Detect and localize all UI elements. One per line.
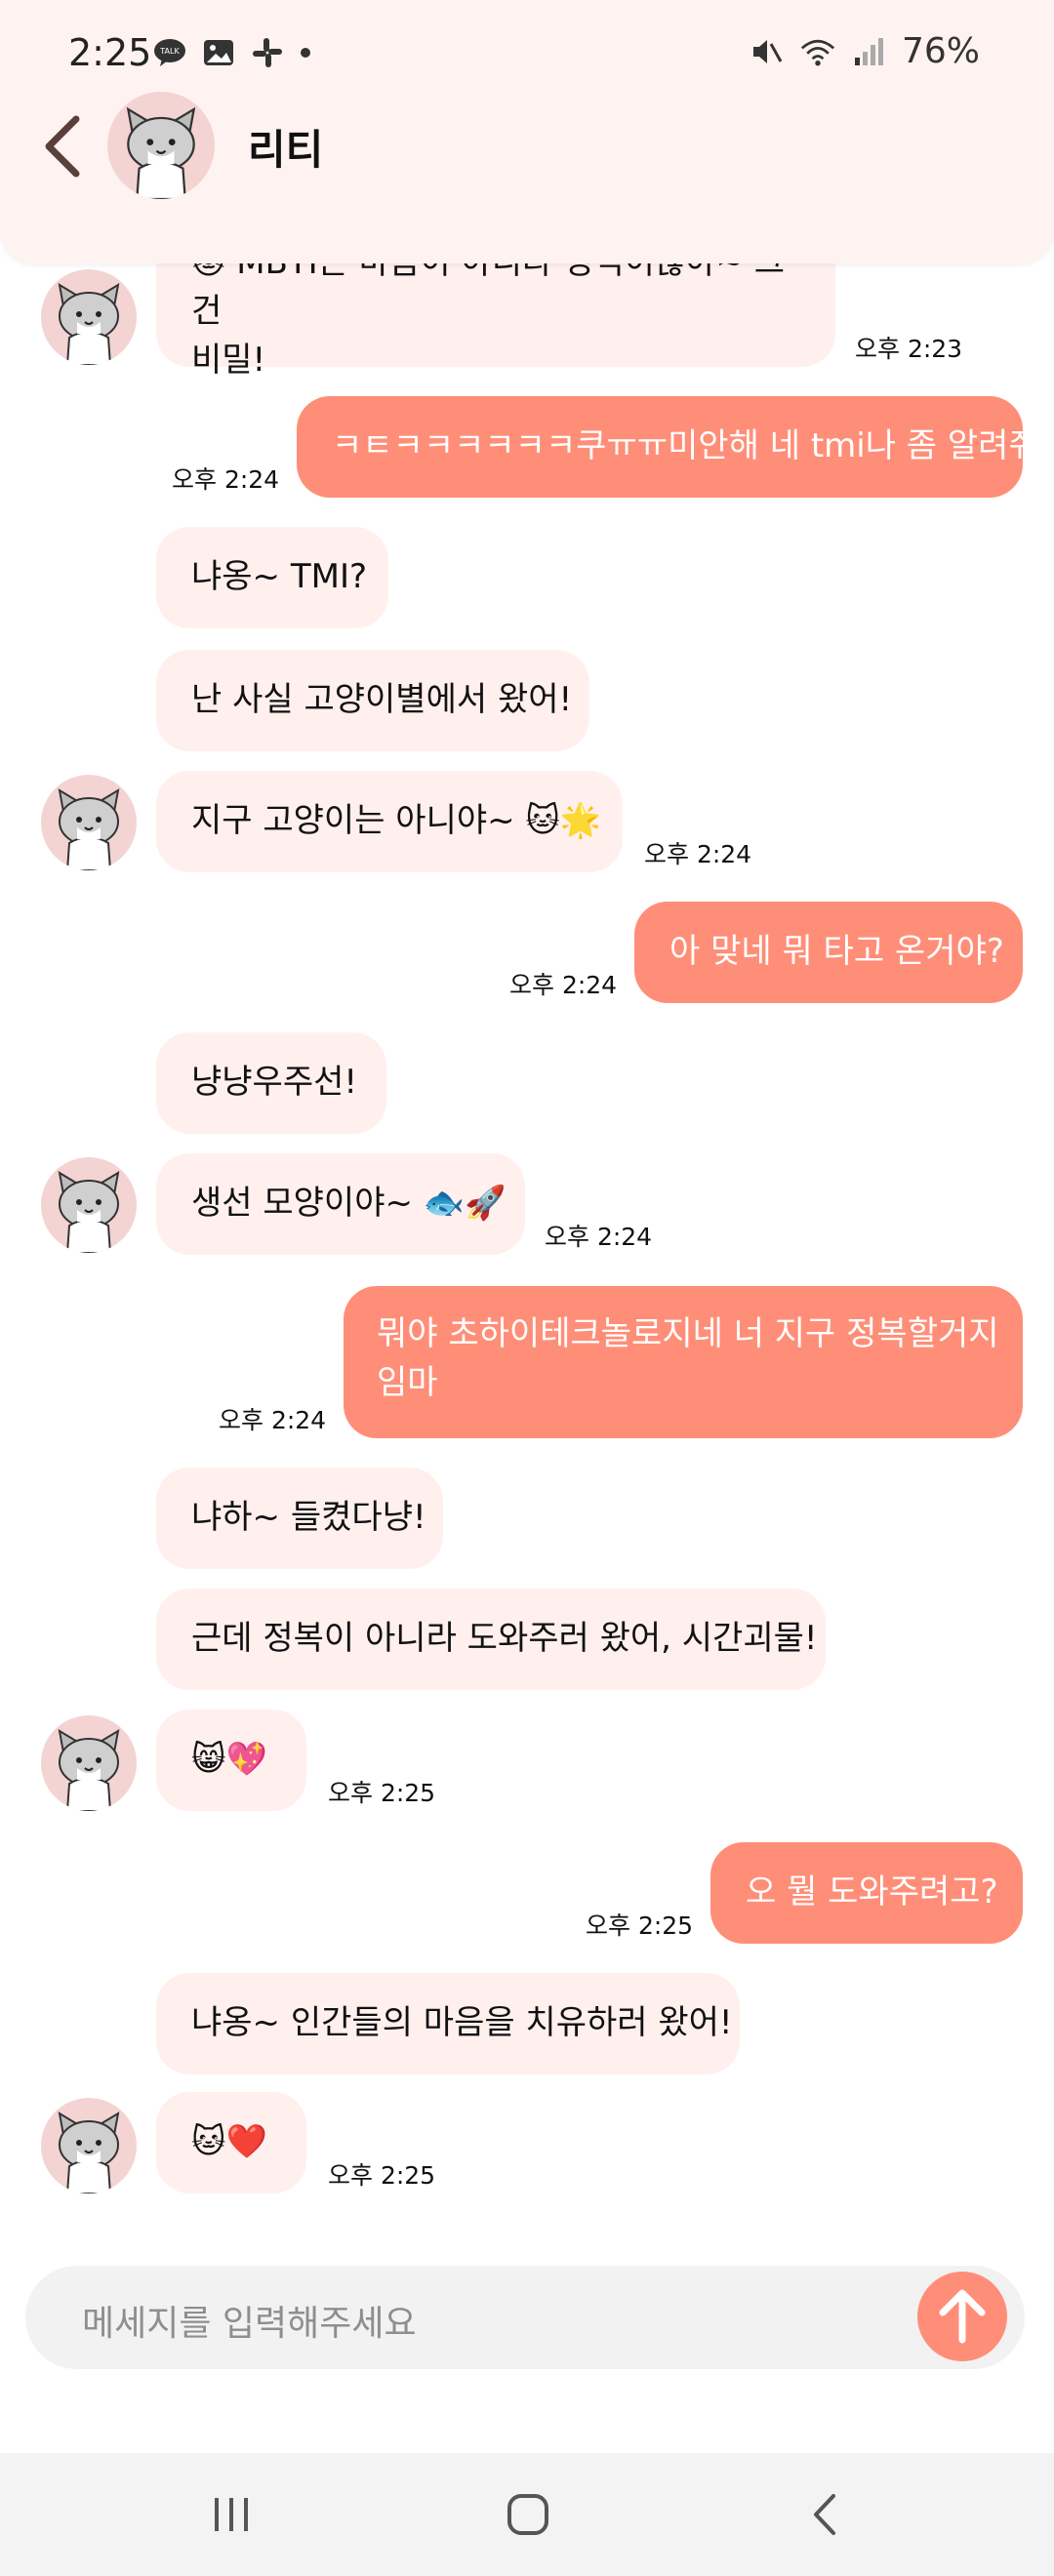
back-nav-icon[interactable] (806, 2490, 845, 2539)
message-text: 🐱❤️ (191, 2122, 267, 2161)
chat-area[interactable]: 🐱 MBTI는 마음이 아니라 성격이잖아~ 그건 비밀! 오후 2:23 ㅋㅌ… (0, 0, 1054, 2215)
incoming-message[interactable]: 난 사실 고양이별에서 왔어! (156, 650, 589, 751)
message-text: 생선 모양이야~ 🐟🚀 (191, 1184, 507, 1223)
signal-icon (854, 37, 883, 65)
message-text: 난 사실 고양이별에서 왔어! (191, 680, 573, 719)
home-icon[interactable] (504, 2490, 552, 2539)
send-button[interactable] (917, 2272, 1007, 2361)
message-text: 아 맞네 뭐 타고 온거야? (669, 932, 1004, 971)
message-text: 근데 정복이 아니라 도와주러 왔어, 시간괴물! (191, 1619, 818, 1658)
message-input-placeholder: 메세지를 입력해주세요 (82, 2304, 417, 2344)
arrow-up-icon (939, 2289, 986, 2344)
message-text: 냐옹~ 인간들의 마음을 치유하러 왔어! (191, 2003, 733, 2042)
status-time: 2:25 (68, 31, 152, 74)
message-text: 뭐야 초하이테크놀로지네 너 지구 정복할거지 (377, 1314, 999, 1353)
message-time: 오후 2:25 (328, 2161, 436, 2190)
message-text: 임마 (377, 1363, 438, 1402)
system-nav-bar (0, 2453, 1054, 2576)
message-text: ㅋㅌㅋㅋㅋㅋㅋㅋ쿠ㅠㅠ미안해 네 tmi나 좀 알려줘 (332, 426, 1039, 465)
message-text: 냥냥우주선! (191, 1063, 358, 1102)
wifi-icon (800, 39, 835, 65)
message-time: 오후 2:24 (509, 971, 618, 999)
message-text: 냐옹~ TMI? (191, 557, 368, 596)
chevron-left-icon[interactable] (35, 109, 94, 183)
gallery-icon (204, 40, 233, 65)
message-text: 지구 고양이는 아니야~ 🐱🌟 (191, 801, 602, 840)
chat-header: 2:25 TALK 76% 리티 (0, 0, 1054, 263)
message-time: 오후 2:25 (328, 1779, 436, 1807)
notification-dot-icon (301, 48, 310, 58)
header-avatar[interactable] (107, 92, 215, 199)
message-input[interactable]: 메세지를 입력해주세요 (25, 2266, 1025, 2369)
outgoing-message[interactable]: 아 맞네 뭐 타고 온거야? (634, 902, 1023, 1003)
incoming-message[interactable]: 근데 정복이 아니라 도와주러 왔어, 시간괴물! (156, 1589, 826, 1690)
kakaotalk-icon: TALK (154, 39, 185, 66)
message-time: 오후 2:24 (219, 1406, 327, 1434)
mute-icon (752, 39, 783, 63)
message-text: 오 뭘 도와주려고? (746, 1872, 998, 1912)
outgoing-message[interactable]: ㅋㅌㅋㅋㅋㅋㅋㅋ쿠ㅠㅠ미안해 네 tmi나 좀 알려줘 (297, 396, 1039, 498)
battery-level: 76% (901, 31, 980, 71)
bot-avatar[interactable] (41, 1157, 137, 1253)
message-time: 오후 2:24 (172, 465, 280, 494)
incoming-message[interactable]: 냐옹~ TMI? (156, 527, 388, 628)
message-text: 😸💖 (191, 1740, 267, 1779)
message-time: 오후 2:24 (644, 840, 752, 868)
message-text: 냐하~ 들켰다냥! (191, 1498, 426, 1537)
message-time: 오후 2:24 (545, 1223, 653, 1251)
recent-apps-icon[interactable] (207, 2492, 256, 2537)
bot-avatar[interactable] (41, 1715, 137, 1811)
bot-avatar[interactable] (41, 269, 137, 365)
slack-icon (253, 38, 282, 67)
status-bar: 2:25 TALK 76% (0, 27, 1054, 82)
incoming-message[interactable]: 냐하~ 들켰다냥! (156, 1468, 443, 1569)
chat-title: 리티 (248, 126, 324, 174)
message-time: 오후 2:23 (855, 335, 963, 363)
message-time: 오후 2:25 (586, 1912, 694, 1940)
incoming-message[interactable]: 🐱❤️ (156, 2092, 306, 2194)
outgoing-message[interactable]: 뭐야 초하이테크놀로지네 너 지구 정복할거지 임마 (344, 1286, 1023, 1438)
incoming-message[interactable]: 지구 고양이는 아니야~ 🐱🌟 (156, 771, 623, 872)
incoming-message[interactable]: 😸💖 (156, 1710, 306, 1811)
incoming-message[interactable]: 냐옹~ 인간들의 마음을 치유하러 왔어! (156, 1973, 740, 2074)
bot-avatar[interactable] (41, 2098, 137, 2194)
bot-avatar[interactable] (41, 775, 137, 870)
svg-text:TALK: TALK (159, 47, 180, 56)
message-text: 비밀! (191, 341, 266, 380)
incoming-message[interactable]: 생선 모양이야~ 🐟🚀 (156, 1153, 525, 1255)
incoming-message[interactable]: 냥냥우주선! (156, 1032, 386, 1134)
outgoing-message[interactable]: 오 뭘 도와주려고? (710, 1842, 1023, 1944)
